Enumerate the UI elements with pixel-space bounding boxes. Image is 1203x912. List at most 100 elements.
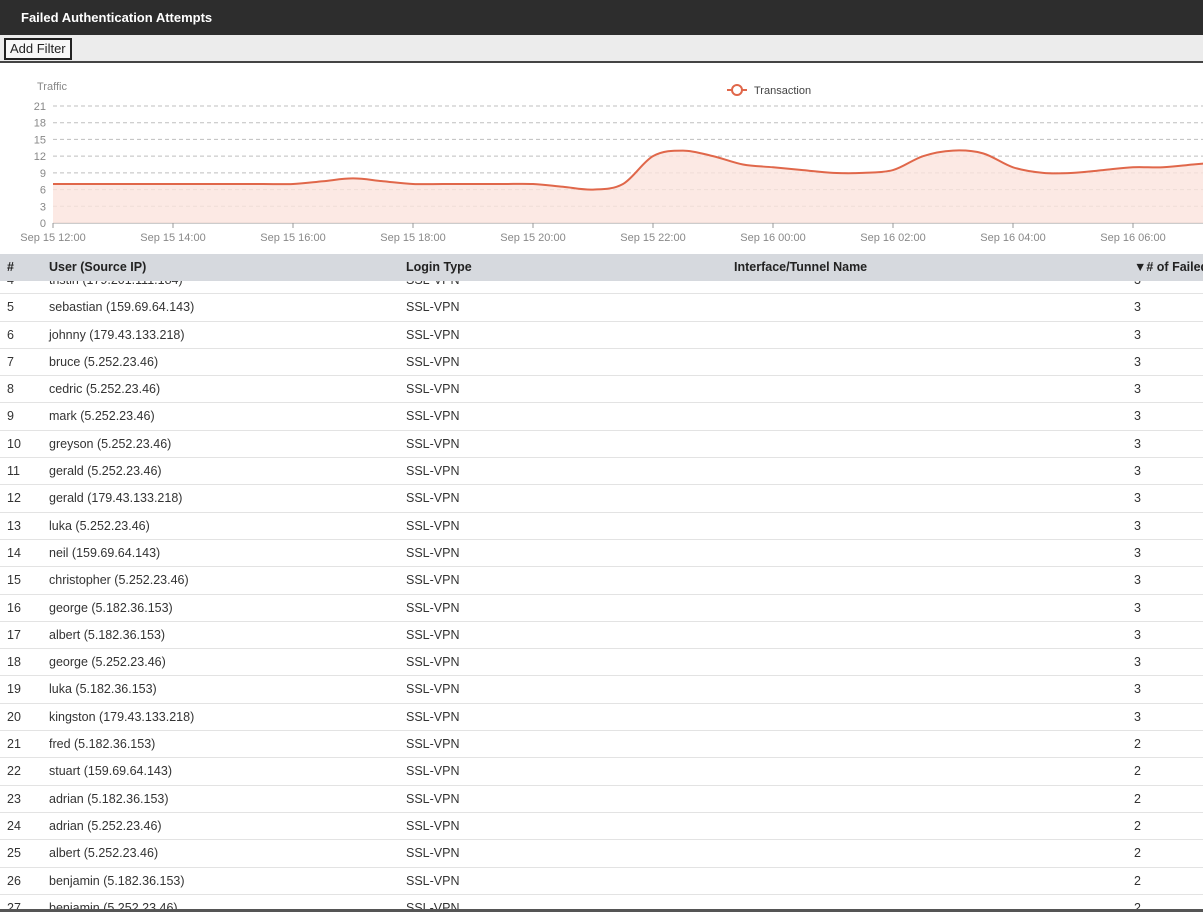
table-row[interactable]: 11 gerald (5.252.23.46) SSL-VPN 3 [0, 458, 1203, 486]
row-user: benjamin (5.252.23.46) [49, 900, 178, 909]
row-login-type: SSL-VPN [406, 382, 460, 397]
row-user: tristin (179.201.111.184) [49, 281, 183, 294]
row-login-type: SSL-VPN [406, 900, 460, 909]
y-tick-label: 3 [40, 201, 46, 213]
table-row[interactable]: 25 albert (5.252.23.46) SSL-VPN 2 [0, 840, 1203, 868]
row-login-type: SSL-VPN [406, 873, 460, 888]
column-header-failed-count[interactable]: ▼# of Failed [1134, 254, 1203, 281]
table-row[interactable]: 27 benjamin (5.252.23.46) SSL-VPN 2 [0, 895, 1203, 909]
row-number: 25 [7, 846, 21, 861]
row-number: 13 [7, 518, 21, 533]
column-header-interface[interactable]: Interface/Tunnel Name [734, 254, 867, 281]
table-row[interactable]: 12 gerald (179.43.133.218) SSL-VPN 3 [0, 485, 1203, 513]
table-row[interactable]: 20 kingston (179.43.133.218) SSL-VPN 3 [0, 704, 1203, 732]
x-tick-label: Sep 16 06:00 [1100, 232, 1165, 244]
table-row[interactable]: 5 sebastian (159.69.64.143) SSL-VPN 3 [0, 294, 1203, 322]
toolbar: Add Filter [0, 35, 1203, 63]
row-failed-count: 3 [1134, 545, 1141, 560]
table-row[interactable]: 19 luka (5.182.36.153) SSL-VPN 3 [0, 676, 1203, 704]
table-rows: 4 tristin (179.201.111.184) SSL-VPN 3 5 sebas… [0, 281, 1203, 909]
row-user: neil (159.69.64.143) [49, 545, 161, 560]
row-number: 23 [7, 791, 21, 806]
row-user: george (5.182.36.153) [49, 600, 173, 615]
row-number: 7 [7, 354, 14, 369]
row-login-type: SSL-VPN [406, 737, 460, 752]
table-row[interactable]: 8 cedric (5.252.23.46) SSL-VPN 3 [0, 376, 1203, 404]
row-user: george (5.252.23.46) [49, 655, 166, 670]
row-user: albert (5.182.36.153) [49, 627, 166, 642]
row-user: albert (5.252.23.46) [49, 846, 159, 861]
row-failed-count: 2 [1134, 846, 1141, 861]
row-number: 14 [7, 545, 21, 560]
table-row[interactable]: 15 christopher (5.252.23.46) SSL-VPN 3 [0, 567, 1203, 595]
y-tick-label: 12 [34, 151, 46, 163]
column-header-login-type[interactable]: Login Type [406, 254, 472, 281]
row-failed-count: 3 [1134, 327, 1141, 342]
x-tick-label: Sep 16 02:00 [860, 232, 925, 244]
table-row[interactable]: 10 greyson (5.252.23.46) SSL-VPN 3 [0, 431, 1203, 459]
row-login-type: SSL-VPN [406, 627, 460, 642]
column-header-number[interactable]: # [7, 254, 14, 281]
row-number: 6 [7, 327, 14, 342]
x-tick-label: Sep 15 22:00 [620, 232, 685, 244]
add-filter-button[interactable]: Add Filter [4, 38, 72, 60]
row-user: johnny (179.43.133.218) [49, 327, 185, 342]
row-failed-count: 3 [1134, 682, 1141, 697]
row-login-type: SSL-VPN [406, 818, 460, 833]
row-number: 21 [7, 737, 21, 752]
table-row[interactable]: 9 mark (5.252.23.46) SSL-VPN 3 [0, 403, 1203, 431]
row-login-type: SSL-VPN [406, 436, 460, 451]
row-number: 10 [7, 436, 21, 451]
table-row[interactable]: 7 bruce (5.252.23.46) SSL-VPN 3 [0, 349, 1203, 377]
row-failed-count: 3 [1134, 281, 1141, 294]
row-number: 17 [7, 627, 21, 642]
row-user: benjamin (5.182.36.153) [49, 873, 185, 888]
row-user: kingston (179.43.133.218) [49, 709, 195, 724]
x-tick-label: Sep 15 18:00 [380, 232, 445, 244]
row-user: gerald (179.43.133.218) [49, 491, 183, 506]
column-header-user[interactable]: User (Source IP) [49, 254, 146, 281]
x-tick-label: Sep 16 04:00 [980, 232, 1045, 244]
row-number: 8 [7, 382, 14, 397]
row-login-type: SSL-VPN [406, 573, 460, 588]
row-failed-count: 3 [1134, 354, 1141, 369]
table-row[interactable]: 6 johnny (179.43.133.218) SSL-VPN 3 [0, 322, 1203, 349]
row-login-type: SSL-VPN [406, 409, 460, 424]
row-number: 9 [7, 409, 14, 424]
y-tick-label: 0 [40, 218, 46, 230]
row-login-type: SSL-VPN [406, 709, 460, 724]
row-failed-count: 3 [1134, 300, 1141, 315]
table-row[interactable]: 14 neil (159.69.64.143) SSL-VPN 3 [0, 540, 1203, 568]
row-login-type: SSL-VPN [406, 300, 460, 315]
row-login-type: SSL-VPN [406, 354, 460, 369]
table-row[interactable]: 13 luka (5.252.23.46) SSL-VPN 3 [0, 513, 1203, 540]
row-number: 22 [7, 764, 21, 779]
row-number: 18 [7, 655, 21, 670]
table-row[interactable]: 26 benjamin (5.182.36.153) SSL-VPN 2 [0, 868, 1203, 895]
row-failed-count: 3 [1134, 655, 1141, 670]
x-tick-label: Sep 15 12:00 [20, 232, 85, 244]
row-user: fred (5.182.36.153) [49, 737, 156, 752]
table-row[interactable]: 17 albert (5.182.36.153) SSL-VPN 3 [0, 622, 1203, 650]
traffic-chart: Traffic 0 3 6 9 12 15 18 21 Sep 15 12:00 Sep 15 14… [0, 65, 1203, 254]
row-failed-count: 3 [1134, 382, 1141, 397]
table-row[interactable]: 22 stuart (159.69.64.143) SSL-VPN 2 [0, 758, 1203, 786]
table-row[interactable]: 23 adrian (5.182.36.153) SSL-VPN 2 [0, 786, 1203, 813]
table-row[interactable]: 18 george (5.252.23.46) SSL-VPN 3 [0, 649, 1203, 677]
y-tick-label: 9 [40, 168, 46, 180]
row-failed-count: 2 [1134, 818, 1141, 833]
row-login-type: SSL-VPN [406, 764, 460, 779]
row-login-type: SSL-VPN [406, 327, 460, 342]
table-row[interactable]: 21 fred (5.182.36.153) SSL-VPN 2 [0, 731, 1203, 759]
y-tick-label: 21 [34, 101, 46, 113]
row-failed-count: 2 [1134, 900, 1141, 909]
traffic-chart-svg: Traffic 0 3 6 9 12 15 18 21 Sep 15 12:00 Sep 15 14… [20, 81, 1203, 244]
table-row[interactable]: 24 adrian (5.252.23.46) SSL-VPN 2 [0, 813, 1203, 841]
table-body[interactable]: 4 tristin (179.201.111.184) SSL-VPN 3 5 sebas… [0, 281, 1203, 909]
table-row[interactable]: 4 tristin (179.201.111.184) SSL-VPN 3 [0, 281, 1203, 295]
row-user: adrian (5.252.23.46) [49, 818, 162, 833]
row-failed-count: 2 [1134, 737, 1141, 752]
row-failed-count: 3 [1134, 436, 1141, 451]
x-tick-label: Sep 15 16:00 [260, 232, 325, 244]
table-row[interactable]: 16 george (5.182.36.153) SSL-VPN 3 [0, 595, 1203, 622]
